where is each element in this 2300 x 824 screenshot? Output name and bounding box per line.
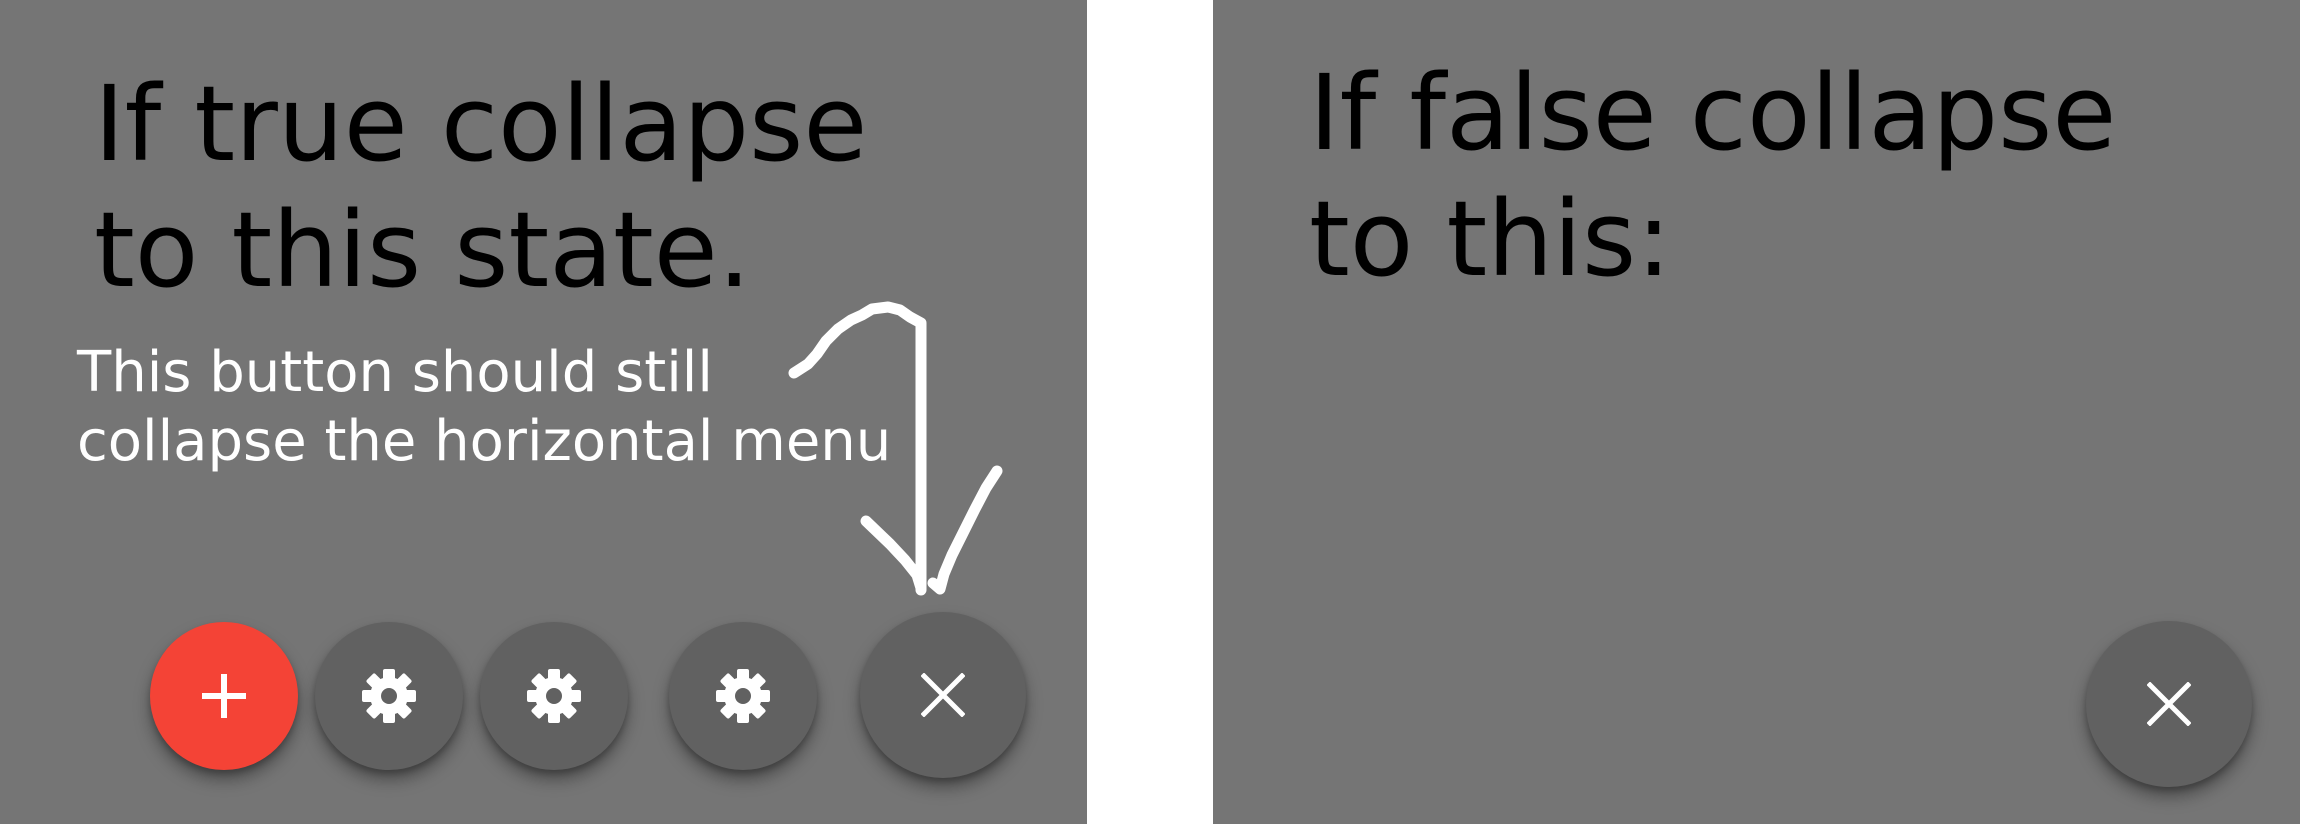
gear-icon (362, 669, 416, 723)
left-panel: If true collapse to this state. This but… (0, 0, 1087, 824)
right-heading-line-1: If false collapse (1309, 52, 2117, 174)
right-heading: If false collapse to this: (1309, 50, 2116, 302)
gear-icon (527, 669, 581, 723)
settings-button-3[interactable] (669, 622, 817, 770)
plus-icon (202, 674, 246, 718)
right-heading-line-2: to this: (1309, 178, 1672, 300)
add-button[interactable] (150, 622, 298, 770)
close-menu-button[interactable] (2086, 621, 2252, 787)
gear-icon (716, 669, 770, 723)
right-panel: If false collapse to this: (1213, 0, 2300, 824)
close-icon (921, 673, 965, 717)
close-menu-button[interactable] (860, 612, 1026, 778)
settings-button-1[interactable] (315, 622, 463, 770)
close-icon (2147, 682, 2191, 726)
settings-button-2[interactable] (480, 622, 628, 770)
